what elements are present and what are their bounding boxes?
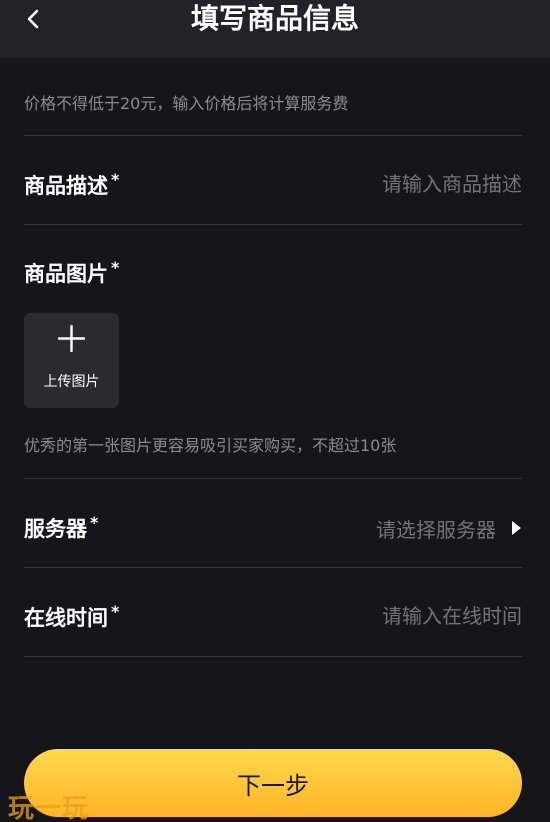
plus-icon (58, 325, 85, 352)
images-row: 商品图片 * (24, 250, 522, 296)
server-label: 服务器 * (24, 513, 99, 541)
upload-image-label: 上传图片 (43, 374, 100, 390)
required-mark: * (111, 170, 120, 189)
next-step-button[interactable]: 下一步 (24, 749, 522, 817)
server-select[interactable]: 请选择服务器 (376, 505, 522, 551)
divider (24, 224, 522, 225)
online-time-input[interactable] (262, 600, 522, 632)
divider (24, 656, 522, 657)
description-input[interactable] (262, 168, 522, 200)
online-time-row: 在线时间 * (24, 594, 522, 640)
server-row[interactable]: 服务器 * 请选择服务器 (24, 505, 522, 551)
required-mark: * (111, 602, 120, 621)
divider (24, 567, 522, 568)
caret-right-icon (512, 521, 521, 535)
description-row: 商品描述 * (24, 162, 522, 208)
page-title: 填写商品信息 (190, 2, 359, 35)
description-label: 商品描述 * (24, 170, 120, 198)
divider (24, 135, 522, 136)
online-time-label: 在线时间 * (24, 602, 120, 630)
server-placeholder: 请选择服务器 (376, 517, 496, 542)
images-label: 商品图片 * (24, 258, 120, 286)
divider (24, 478, 522, 479)
watermark-logo: 玩一玩 (8, 794, 90, 822)
page: 填写商品信息 价格不得低于20元，输入价格后将计算服务费 商品描述* 商品图片*… (0, 0, 550, 822)
required-mark: * (111, 258, 120, 277)
price-hint: 价格不得低于20元，输入价格后将计算服务费 (24, 94, 349, 113)
upload-image-button[interactable]: 上传图片 (24, 313, 119, 408)
header-bar: 填写商品信息 (0, 0, 550, 58)
required-mark: * (90, 513, 99, 532)
image-hint: 优秀的第一张图片更容易吸引买家购买，不超过10张 (24, 436, 397, 455)
